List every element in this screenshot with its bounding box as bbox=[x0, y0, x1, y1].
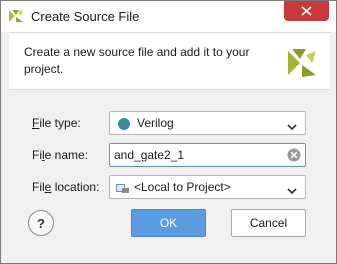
xilinx-logo-icon bbox=[286, 47, 318, 82]
clear-icon[interactable] bbox=[287, 148, 301, 165]
verilog-type-icon bbox=[118, 118, 130, 130]
file-name-value: and_gate2_1 bbox=[114, 148, 185, 162]
file-name-label: File name: bbox=[32, 148, 88, 162]
help-button[interactable]: ? bbox=[28, 210, 54, 236]
banner-description: Create a new source file and add it to y… bbox=[24, 45, 250, 76]
app-icon bbox=[8, 8, 24, 27]
file-name-input[interactable]: and_gate2_1 bbox=[109, 143, 306, 167]
file-location-label: File location: bbox=[32, 180, 99, 194]
project-folder-icon bbox=[116, 182, 130, 197]
file-type-select[interactable]: Verilog bbox=[109, 111, 306, 135]
file-location-select[interactable]: <Local to Project> bbox=[109, 175, 306, 199]
file-location-value: <Local to Project> bbox=[134, 180, 231, 194]
title-bar[interactable]: Create Source File bbox=[1, 1, 336, 32]
window-title: Create Source File bbox=[31, 9, 140, 24]
file-name-row: File name: and_gate2_1 bbox=[1, 143, 336, 167]
close-icon bbox=[301, 6, 312, 16]
chevron-down-icon bbox=[287, 120, 297, 134]
cancel-button[interactable]: Cancel bbox=[231, 209, 306, 237]
file-location-row: File location: <Local to Project> bbox=[1, 175, 336, 199]
file-type-label: File type: bbox=[32, 116, 81, 130]
description-banner: Create a new source file and add it to y… bbox=[9, 32, 330, 90]
file-name-label-rest: e name: bbox=[44, 148, 89, 162]
chevron-down-icon bbox=[287, 184, 297, 198]
file-type-row: File type: Verilog bbox=[1, 111, 336, 135]
file-type-value: Verilog bbox=[137, 116, 174, 130]
file-type-label-rest: ile type: bbox=[39, 116, 81, 130]
help-icon: ? bbox=[37, 216, 45, 231]
file-location-label-prefix: Fil bbox=[32, 180, 45, 194]
close-button[interactable] bbox=[284, 1, 329, 21]
file-name-label-prefix: Fi bbox=[32, 148, 42, 162]
create-source-file-dialog: Create Source File Create a new source f… bbox=[0, 0, 337, 264]
ok-button[interactable]: OK bbox=[131, 209, 206, 237]
file-location-label-rest: location: bbox=[51, 180, 100, 194]
